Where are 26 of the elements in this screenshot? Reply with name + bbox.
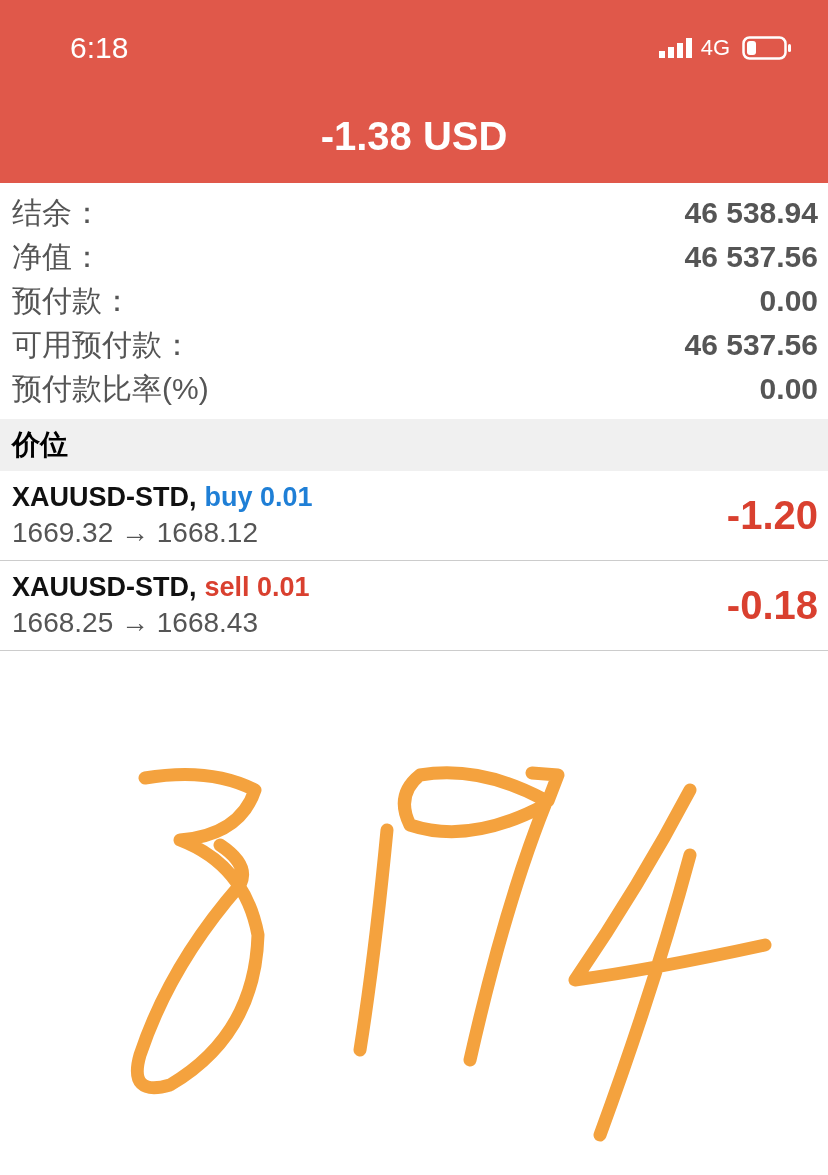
order-side: buy 0.01 (204, 482, 313, 513)
status-time: 6:18 (70, 31, 129, 65)
signal-icon (658, 38, 695, 58)
account-label: 可用预付款： (12, 326, 192, 363)
network-label: 4G (700, 35, 730, 61)
battery-icon (742, 36, 792, 60)
account-value: 46 537.56 (684, 328, 818, 362)
profit-value: -0.18 (726, 583, 818, 628)
header-title: -1.38 USD (319, 113, 509, 159)
price-range: 1668.25 → 1668.43 (12, 607, 259, 639)
account-label: 预付款： (12, 282, 132, 319)
account-value: 0.00 (759, 284, 818, 318)
account-label: 结余： (12, 194, 102, 231)
account-value: 46 537.56 (684, 240, 818, 274)
symbol-label: XAUUSD-STD, (12, 482, 197, 513)
account-label: 净值： (12, 238, 102, 275)
position-row[interactable]: XAUUSD-STD, buy 0.01 1669.32 → 1668.12 -1.20 (0, 471, 828, 561)
symbol-label: XAUUSD-STD, (12, 572, 197, 603)
account-value: 46 538.94 (684, 196, 818, 230)
account-value: 0.00 (759, 372, 818, 406)
position-row[interactable]: XAUUSD-STD, sell 0.01 1668.25 → 1668.43 -0.18 (0, 561, 828, 651)
section-title: 价位 (12, 428, 68, 462)
account-label: 预付款比率(%) (12, 370, 209, 407)
price-range: 1669.32 → 1668.12 (12, 517, 259, 549)
profit-value: -1.20 (726, 493, 818, 538)
order-side: sell 0.01 (204, 572, 310, 603)
